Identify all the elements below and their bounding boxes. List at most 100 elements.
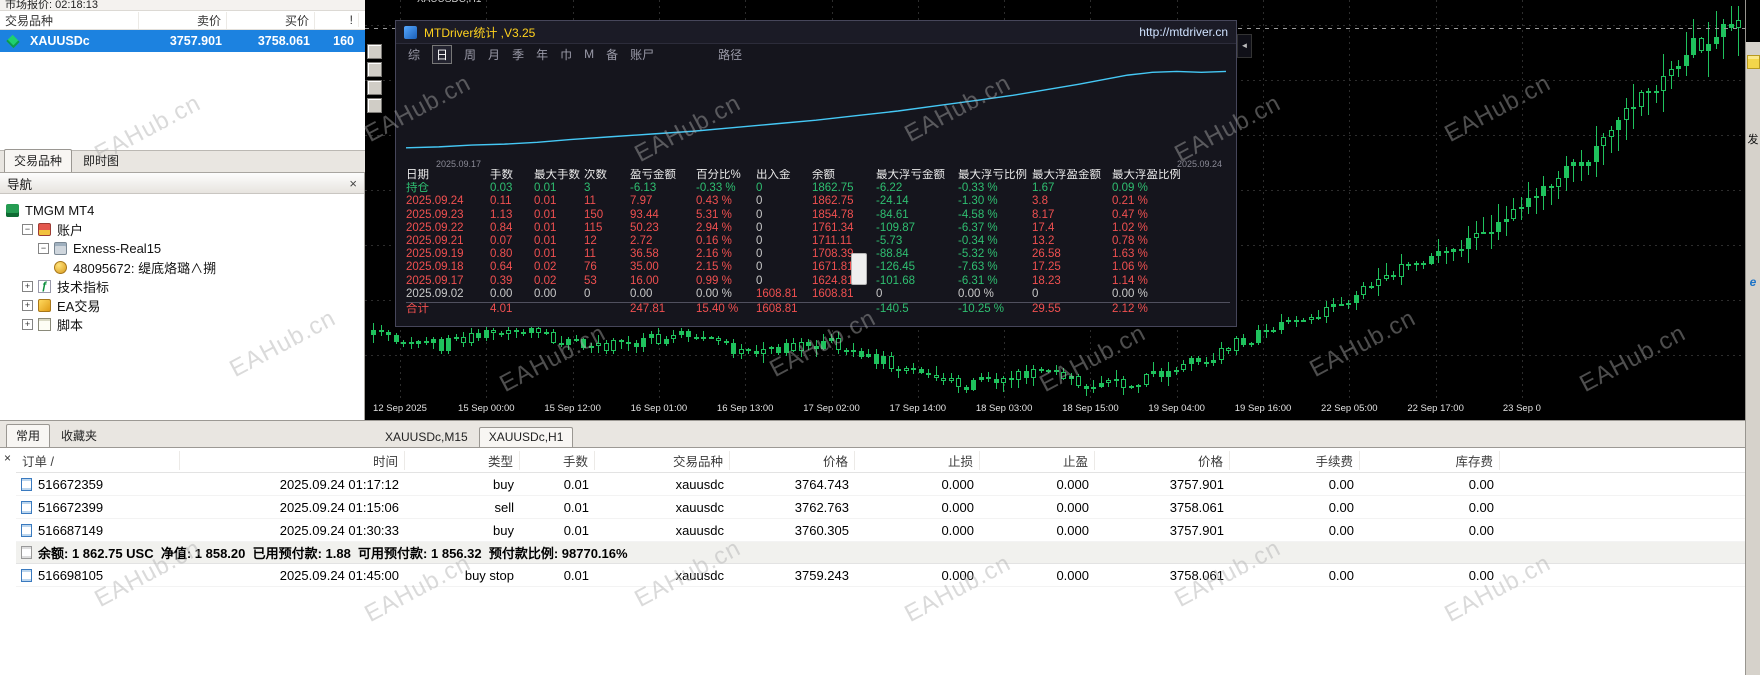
- navigator-item-label: TMGM MT4: [25, 203, 95, 218]
- navigator-close-icon[interactable]: ×: [349, 176, 357, 191]
- stats-cell: 0: [756, 208, 763, 221]
- stats-menu-item[interactable]: 季: [512, 46, 524, 63]
- candle-body: [423, 341, 429, 344]
- stats-menu-item[interactable]: 日: [432, 44, 453, 64]
- navigator-tab[interactable]: 常用: [6, 424, 51, 447]
- expand-plus-icon[interactable]: +: [22, 300, 33, 311]
- terminal-column-header[interactable]: 库存费: [1360, 450, 1500, 470]
- stats-cell: 2.16 %: [696, 248, 732, 261]
- stats-menu-item[interactable]: 巾: [560, 46, 572, 63]
- stats-menu-item[interactable]: 综: [408, 46, 420, 63]
- terminal-column-header[interactable]: 交易品种: [595, 450, 730, 470]
- stats-cell: 8.17: [1032, 208, 1055, 221]
- symbol-row[interactable]: XAUUSDc 3757.901 3758.061 160: [0, 30, 365, 52]
- navigator-item[interactable]: + 技术指标: [0, 277, 364, 296]
- stats-cell: 合计: [406, 303, 429, 316]
- terminal-column-header[interactable]: 类型: [405, 450, 520, 470]
- chart-tab[interactable]: XAUUSDc,M15: [375, 427, 478, 447]
- terminal-header: 订单 / 时间 类型 手数 交易品种 价格 止损 止盈 价格 手续费 库存费: [16, 448, 1760, 473]
- navigator-item[interactable]: 48095672: 缇底烙璐∧搠: [0, 258, 364, 277]
- stats-cell: -140.5: [876, 303, 909, 316]
- expand-plus-icon[interactable]: +: [22, 281, 33, 292]
- terminal-column-header[interactable]: 价格: [730, 450, 855, 470]
- order-cell: 516687149: [16, 523, 180, 538]
- navigator-item[interactable]: − Exness-Real15: [0, 239, 364, 258]
- order-cell: 3757.901: [1169, 522, 1224, 538]
- stats-cell: 11: [584, 248, 596, 261]
- order-row[interactable]: 516687149 2025.09.24 01:30:33 buy 0.01 xauus…: [16, 519, 1760, 542]
- chart-area[interactable]: XAUUSDC,H1 12 Sep 2025 15 Sep 00:00 15 Sep…: [365, 0, 1745, 420]
- stats-cell: [584, 303, 630, 316]
- candle-body: [1158, 370, 1164, 378]
- candle-body: [1233, 337, 1239, 352]
- stats-cell: 3: [584, 182, 591, 195]
- order-cell: buy stop: [464, 567, 514, 583]
- candle-body: [378, 329, 384, 332]
- chart-toolbar-button[interactable]: [367, 62, 382, 77]
- terminal-column-header[interactable]: 手续费: [1230, 450, 1360, 470]
- candle-body: [911, 367, 916, 370]
- candle-body: [933, 374, 939, 378]
- market-watch-tab[interactable]: 即时图: [73, 149, 129, 172]
- chart-toolbar-button[interactable]: [367, 80, 382, 95]
- time-axis[interactable]: 12 Sep 2025 15 Sep 00:00 15 Sep 12:00 16 Se…: [365, 403, 1745, 420]
- market-watch-column-header: 卖价: [139, 11, 227, 29]
- stats-menu-item[interactable]: 账尸: [630, 46, 654, 63]
- chart-tab[interactable]: XAUUSDc,H1: [478, 427, 574, 447]
- navigator-item-label: 48095672: 缇底烙璐∧搠: [73, 261, 217, 276]
- expand-plus-icon[interactable]: +: [22, 319, 33, 330]
- pending-order-row[interactable]: 516698105 2025.09.24 01:45:00 buy stop 0.01…: [16, 564, 1760, 587]
- terminal-column-header[interactable]: 时间: [180, 450, 405, 470]
- candle-body: [1001, 377, 1006, 384]
- navigator-item[interactable]: + EA交易: [0, 296, 364, 315]
- terminal-column-header[interactable]: 价格: [1095, 450, 1230, 470]
- navigator-item[interactable]: − 账户: [0, 220, 364, 239]
- collapse-minus-icon[interactable]: −: [22, 224, 33, 235]
- stats-cell: -109.87: [876, 221, 916, 234]
- notepad-icon[interactable]: [1746, 55, 1760, 69]
- stats-menu-item[interactable]: 月: [488, 46, 500, 63]
- candle-body: [1601, 137, 1606, 146]
- order-cell: 2025.09.24 01:17:12: [279, 476, 399, 492]
- stats-cell: 0: [756, 221, 763, 234]
- stats-cell: 115: [584, 221, 603, 234]
- stats-cell: -6.37 %: [958, 221, 998, 234]
- candle-body: [1413, 262, 1419, 266]
- terminal-column-header[interactable]: 止损: [855, 450, 980, 470]
- terminal-column-header[interactable]: 止盈: [980, 450, 1095, 470]
- candle-body: [1068, 375, 1074, 379]
- candle-body: [596, 342, 601, 347]
- terminal-close-icon[interactable]: ×: [4, 452, 11, 464]
- candle-body: [453, 337, 459, 340]
- navigator-item[interactable]: + 脚本: [0, 315, 364, 334]
- market-watch-tab[interactable]: 交易品种: [4, 149, 73, 172]
- stats-menu-item[interactable]: 年: [536, 46, 548, 63]
- candle-body: [468, 333, 474, 344]
- balance-row[interactable]: 余额: 1 862.75 USC 净值: 1 858.20 已用预付款: 1.8…: [16, 542, 1760, 564]
- chart-toolbar-button[interactable]: [367, 44, 382, 59]
- collapse-minus-icon[interactable]: −: [38, 243, 49, 254]
- stats-cell: 0.47 %: [1112, 208, 1148, 221]
- stats-cell: 11: [584, 195, 596, 208]
- order-row[interactable]: 516672399 2025.09.24 01:15:06 sell 0.01 xauu…: [16, 496, 1760, 519]
- stats-cell: 13.2: [1032, 235, 1055, 248]
- desktop-label-e[interactable]: e: [1746, 275, 1760, 289]
- stats-menu-item[interactable]: M: [584, 47, 594, 61]
- stats-menu-path[interactable]: 路径: [718, 46, 742, 63]
- stats-cell: 76: [584, 261, 597, 274]
- navigator-panel: 导航 × TMGM MT4− 账户 − Exness-Real15 48095672: …: [0, 172, 365, 420]
- stats-cell: -88.84: [876, 248, 909, 261]
- navigator-tab[interactable]: 收藏夹: [51, 424, 107, 447]
- chart-toolbar-button[interactable]: [367, 98, 382, 113]
- order-row[interactable]: 516672359 2025.09.24 01:17:12 buy 0.01 xauus…: [16, 473, 1760, 496]
- stats-menu-item[interactable]: 周: [464, 46, 476, 63]
- stats-panel-url[interactable]: http://mtdriver.cn: [1139, 25, 1228, 39]
- candle-body: [1271, 330, 1276, 333]
- terminal-column-header[interactable]: 手数: [520, 450, 595, 470]
- stats-menu-item[interactable]: 备: [606, 46, 618, 63]
- scrollbar-thumb[interactable]: [851, 253, 867, 285]
- stats-cell: 2025.09.21: [406, 235, 464, 248]
- panel-collapse-arrow-icon[interactable]: ◄: [1237, 34, 1252, 58]
- navigator-item[interactable]: TMGM MT4: [0, 201, 364, 220]
- terminal-column-header[interactable]: 订单 /: [16, 450, 180, 470]
